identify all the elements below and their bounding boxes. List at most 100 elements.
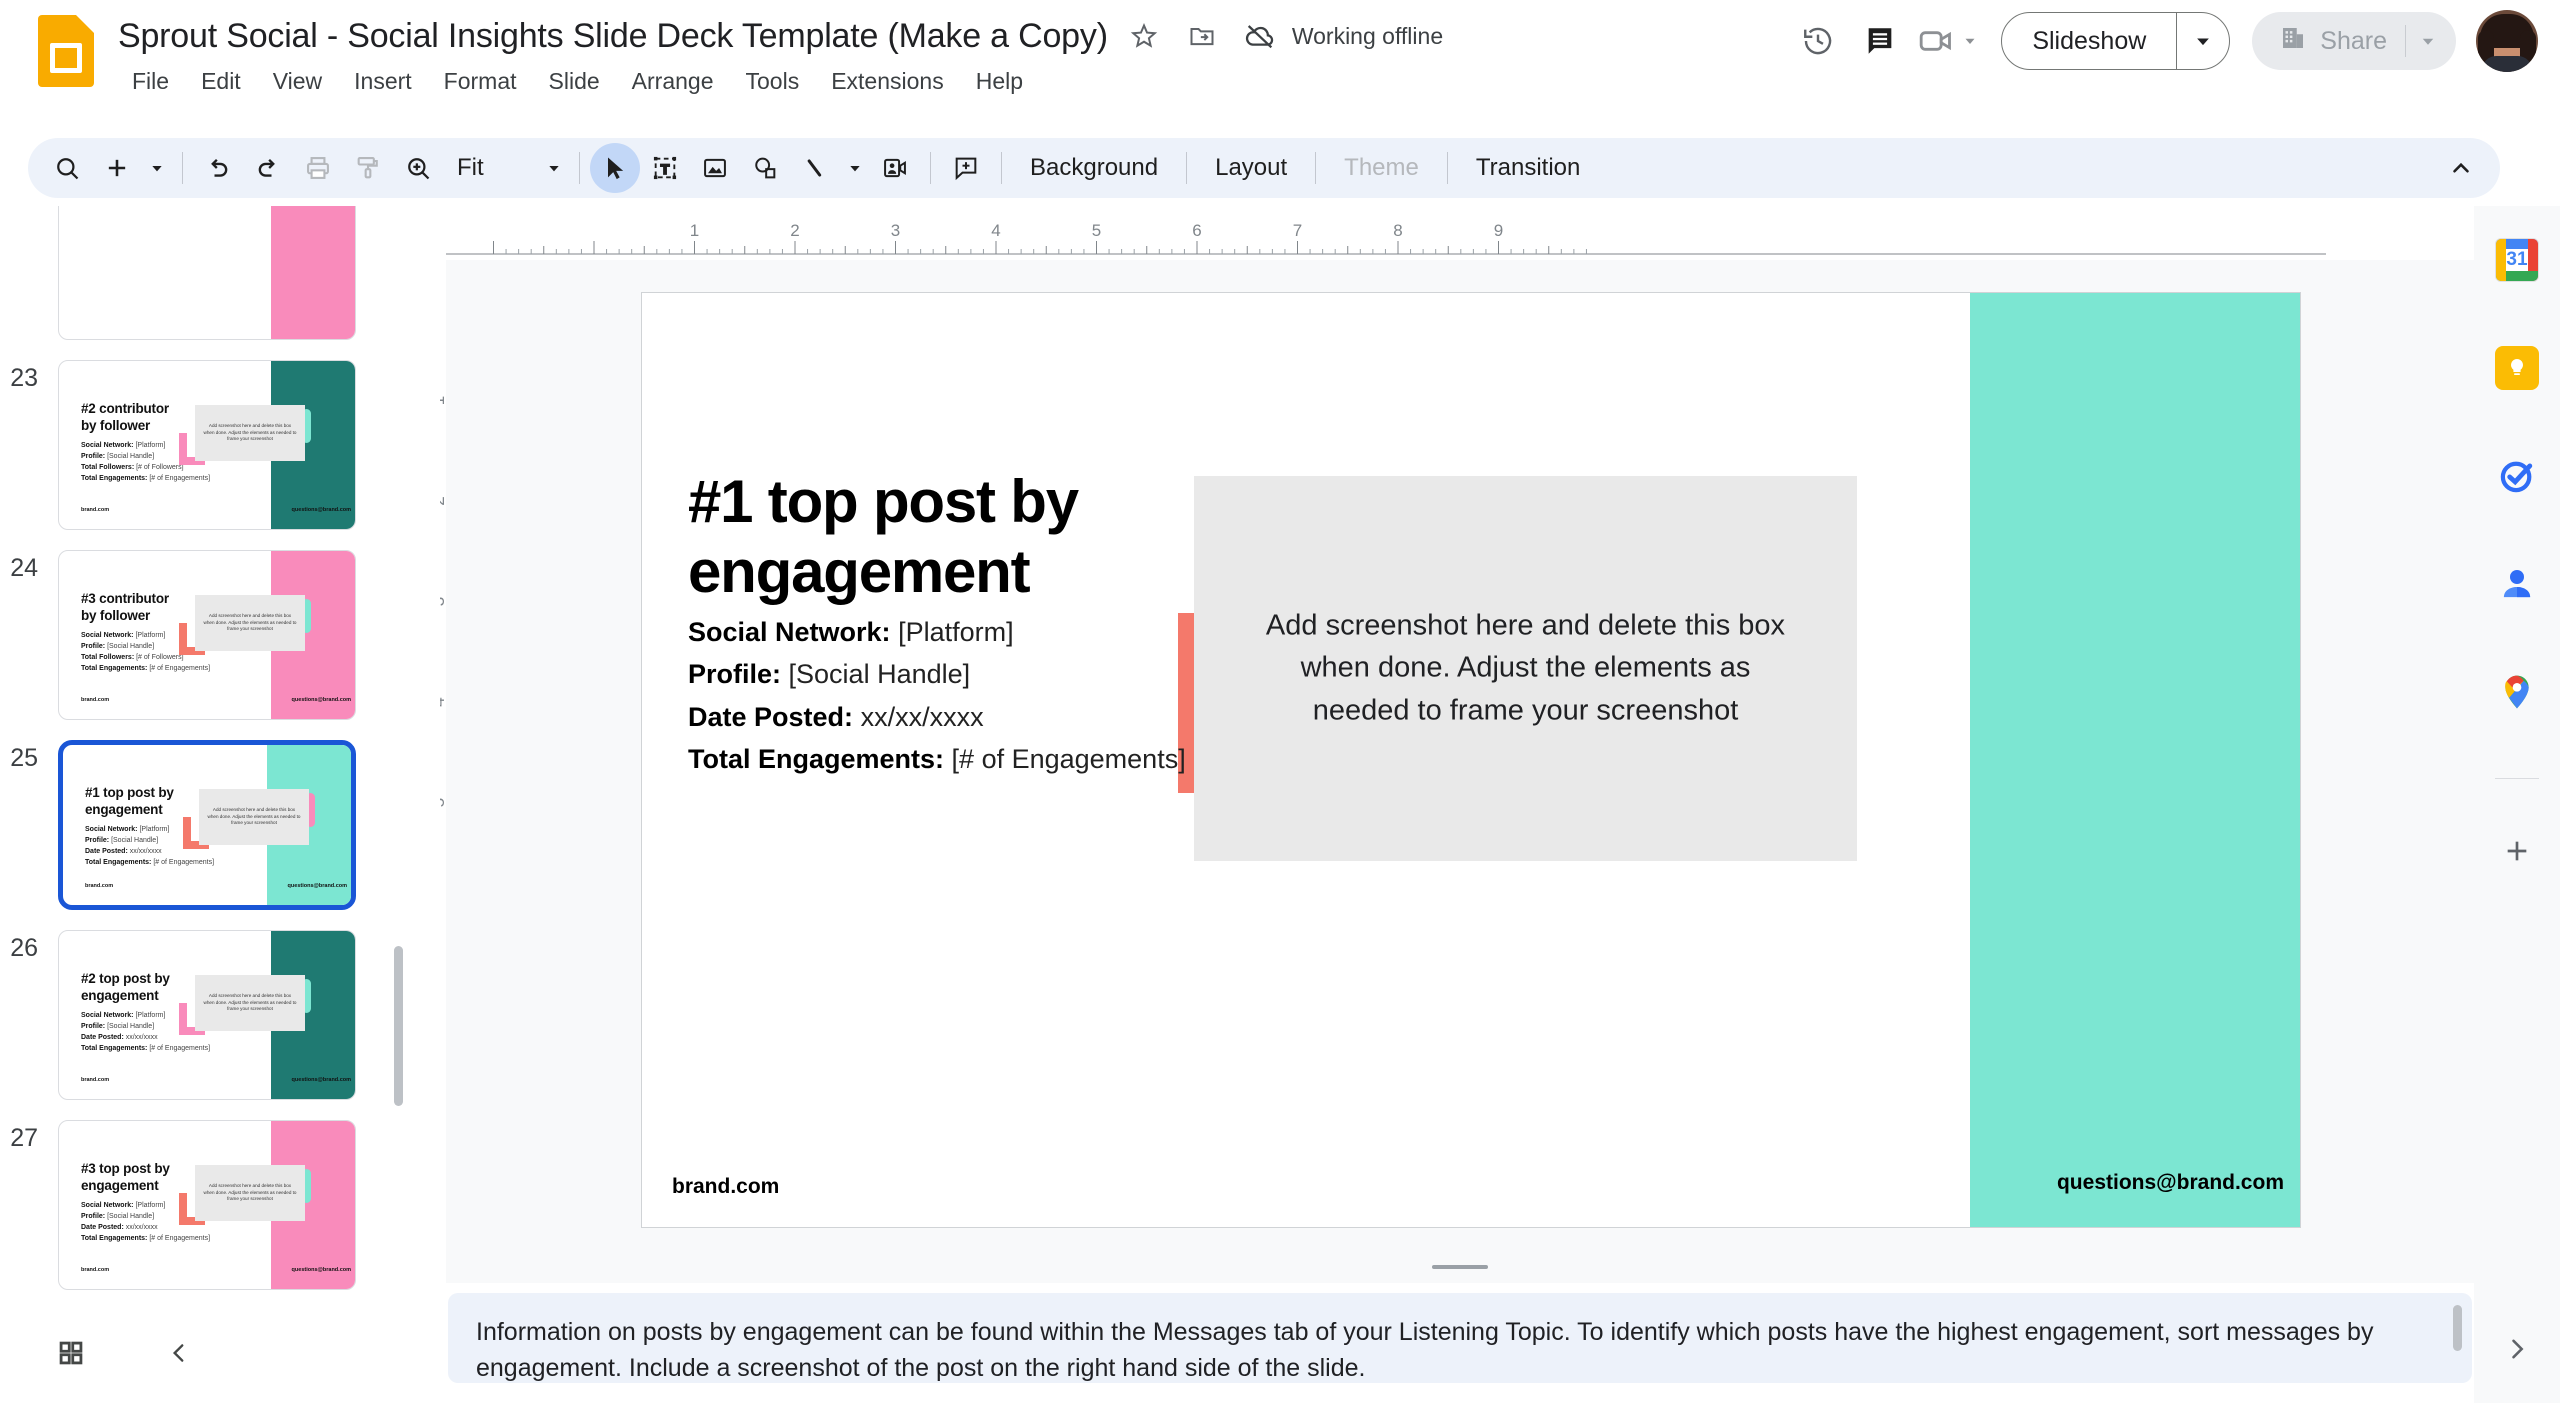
filmstrip-slide-22[interactable]: 22 — [0, 206, 406, 350]
insert-image-icon[interactable] — [690, 143, 740, 193]
menu-tools[interactable]: Tools — [730, 62, 816, 101]
svg-text:T: T — [661, 161, 670, 177]
new-slide-caret-icon[interactable] — [142, 143, 172, 193]
speaker-notes-panel[interactable]: Information on posts by engagement can b… — [448, 1293, 2472, 1383]
menu-slide[interactable]: Slide — [533, 62, 616, 101]
collapse-filmstrip-icon[interactable] — [150, 1324, 208, 1382]
google-calendar-icon[interactable]: 31 — [2489, 232, 2545, 288]
insert-line-caret-icon[interactable] — [840, 143, 870, 193]
zoom-caret-icon[interactable] — [539, 143, 569, 193]
print-icon[interactable] — [293, 143, 343, 193]
search-icon[interactable] — [42, 143, 92, 193]
redo-icon[interactable] — [243, 143, 293, 193]
meta-value: [Platform] — [898, 617, 1014, 647]
slide-thumbnail[interactable]: #2 top post byengagementSocial Network: … — [58, 930, 356, 1100]
thumb-brand: brand.com — [81, 1077, 109, 1083]
horizontal-ruler: 123456789 — [446, 218, 2326, 260]
filmstrip-slide-24[interactable]: 24#3 contributorby followerSocial Networ… — [0, 540, 406, 730]
zoom-icon[interactable] — [393, 143, 443, 193]
menu-file[interactable]: File — [116, 62, 185, 101]
google-meet-button[interactable] — [1911, 21, 1985, 61]
filmstrip-scrollbar[interactable] — [394, 946, 403, 1106]
notes-scrollbar[interactable] — [2453, 1305, 2462, 1351]
speaker-notes-text[interactable]: Information on posts by engagement can b… — [476, 1315, 2444, 1386]
thumb-email: questions@brand.com — [292, 1077, 351, 1083]
move-to-folder-icon[interactable] — [1180, 14, 1224, 58]
slide-thumbnail[interactable] — [58, 206, 356, 340]
slide-thumbnail[interactable]: #3 top post byengagementSocial Network: … — [58, 1120, 356, 1290]
slide-filmstrip[interactable]: 2223#2 contributorby followerSocial Netw… — [0, 206, 406, 1303]
share-button[interactable]: Share — [2258, 23, 2405, 60]
teal-accent-panel[interactable] — [1970, 293, 2300, 1227]
slideshow-button[interactable]: Slideshow — [2002, 13, 2176, 69]
thumb-email: questions@brand.com — [292, 507, 351, 513]
cloud-offline-icon[interactable] — [1238, 14, 1282, 58]
new-slide-icon[interactable] — [92, 143, 142, 193]
version-history-icon[interactable] — [1787, 10, 1849, 72]
filmstrip-slide-27[interactable]: 27#3 top post byengagementSocial Network… — [0, 1110, 406, 1300]
google-keep-icon[interactable] — [2489, 340, 2545, 396]
meta-label: Date Posted: — [688, 702, 853, 732]
menu-extensions[interactable]: Extensions — [815, 62, 960, 101]
meta-row-date-posted: Date Posted: xx/xx/xxxx — [688, 696, 1186, 738]
slide-thumbnail[interactable]: #2 contributorby followerSocial Network:… — [58, 360, 356, 530]
meta-label: Total Engagements: — [688, 744, 944, 774]
transition-button[interactable]: Transition — [1458, 144, 1598, 192]
notes-resize-handle[interactable] — [1432, 1265, 1488, 1269]
expand-sidebar-icon[interactable] — [2489, 1321, 2545, 1377]
text-box-icon[interactable]: T — [640, 143, 690, 193]
slide-number: 27 — [0, 1120, 58, 1151]
insert-shape-icon[interactable] — [740, 143, 790, 193]
current-slide[interactable]: Add screenshot here and delete this box … — [641, 292, 2301, 1228]
background-button[interactable]: Background — [1012, 144, 1176, 192]
grid-view-icon[interactable] — [42, 1324, 100, 1382]
menu-insert[interactable]: Insert — [338, 62, 428, 101]
insert-video-icon[interactable] — [870, 143, 920, 193]
thumb-title: #2 top post byengagement — [81, 971, 170, 1005]
filmstrip-slide-25[interactable]: 25#1 top post byengagementSocial Network… — [0, 730, 406, 920]
star-icon[interactable] — [1122, 14, 1166, 58]
meta-row-total-engagements: Total Engagements: [# of Engagements] — [688, 738, 1186, 780]
svg-text:8: 8 — [1393, 221, 1402, 240]
menu-help[interactable]: Help — [960, 62, 1039, 101]
undo-icon[interactable] — [193, 143, 243, 193]
google-tasks-icon[interactable] — [2489, 448, 2545, 504]
menu-arrange[interactable]: Arrange — [616, 62, 730, 101]
insert-line-icon[interactable] — [790, 143, 840, 193]
slide-brand-text[interactable]: brand.com — [672, 1175, 779, 1199]
slide-meta-list[interactable]: Social Network: [Platform] Profile: [Soc… — [688, 611, 1186, 781]
zoom-level-value[interactable]: Fit — [443, 154, 539, 182]
share-options-caret-icon[interactable] — [2406, 32, 2450, 50]
slide-thumbnail[interactable]: #3 contributorby followerSocial Network:… — [58, 550, 356, 720]
slideshow-options-caret-icon[interactable] — [2177, 13, 2229, 69]
user-avatar[interactable] — [2476, 10, 2538, 72]
add-comment-icon[interactable] — [941, 143, 991, 193]
menu-view[interactable]: View — [257, 62, 338, 101]
slide-thumbnail[interactable]: #1 top post byengagementSocial Network: … — [58, 740, 356, 910]
layout-button[interactable]: Layout — [1197, 144, 1305, 192]
thumb-email: questions@brand.com — [292, 1267, 351, 1273]
slide-title[interactable]: #1 top post by engagement — [688, 467, 1208, 606]
comment-history-icon[interactable] — [1849, 10, 1911, 72]
filmstrip-slide-26[interactable]: 26#2 top post byengagementSocial Network… — [0, 920, 406, 1110]
sidebar-divider — [2495, 778, 2539, 779]
meta-value: [# of Engagements] — [952, 744, 1186, 774]
menu-format[interactable]: Format — [428, 62, 533, 101]
cursor-select-icon[interactable] — [590, 143, 640, 193]
document-title[interactable]: Sprout Social - Social Insights Slide De… — [118, 17, 1108, 56]
theme-button[interactable]: Theme — [1326, 144, 1437, 192]
slide-number: 24 — [0, 550, 58, 581]
screenshot-placeholder-box[interactable]: Add screenshot here and delete this box … — [1194, 476, 1857, 861]
slide-email-text[interactable]: questions@brand.com — [2057, 1171, 2284, 1195]
google-maps-icon[interactable] — [2489, 664, 2545, 720]
filmstrip-slide-23[interactable]: 23#2 contributorby followerSocial Networ… — [0, 350, 406, 540]
paint-format-icon[interactable] — [343, 143, 393, 193]
thumb-accent-panel — [271, 206, 355, 339]
collapse-toolbar-icon[interactable] — [2436, 143, 2486, 193]
menu-edit[interactable]: Edit — [185, 62, 257, 101]
add-app-plus-icon[interactable] — [2489, 823, 2545, 879]
svg-text:1: 1 — [690, 221, 699, 240]
slide-number: 25 — [0, 740, 58, 771]
google-contacts-icon[interactable] — [2489, 556, 2545, 612]
thumb-screenshot-box: Add screenshot here and delete this box … — [195, 405, 305, 461]
